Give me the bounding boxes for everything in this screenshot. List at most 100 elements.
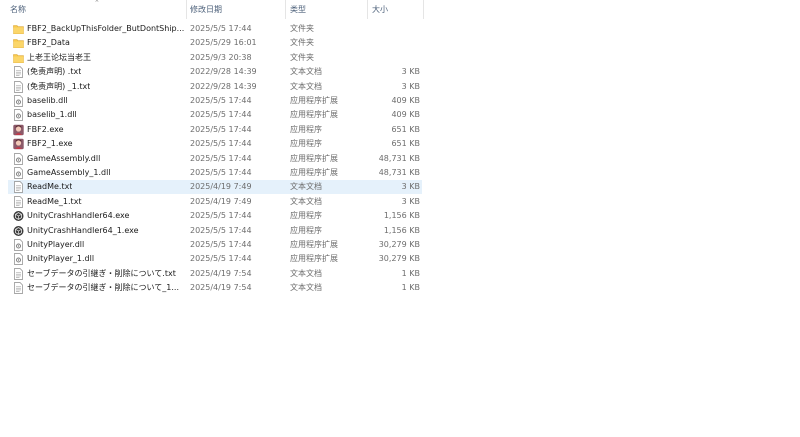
column-type-header[interactable]: 类型 xyxy=(290,4,306,15)
file-row[interactable]: UnityPlayer.dll 2025/5/5 17:44 应用程序扩展 30,27… xyxy=(8,238,422,252)
unity-app-icon xyxy=(13,210,24,222)
dll-file-icon xyxy=(13,95,24,107)
file-date: 2025/4/19 7:49 xyxy=(190,182,252,192)
file-name: UnityCrashHandler64.exe xyxy=(27,211,130,221)
dll-file-icon xyxy=(13,167,24,179)
column-size-header[interactable]: 大小 xyxy=(372,4,388,15)
file-date: 2025/5/5 17:44 xyxy=(190,24,252,33)
file-name: UnityPlayer.dll xyxy=(27,240,85,249)
file-size: 30,279 KB xyxy=(378,254,420,264)
file-type: 文本文档 xyxy=(290,268,322,278)
file-date: 2025/5/5 17:44 xyxy=(190,211,252,221)
file-row[interactable]: baselib_1.dll 2025/5/5 17:44 应用程序扩展 409 KB xyxy=(8,108,422,122)
file-size: 48,731 KB xyxy=(378,153,420,163)
file-date: 2025/5/5 17:44 xyxy=(190,139,252,149)
file-name: UnityCrashHandler64_1.exe xyxy=(27,225,139,235)
file-name: セーブデータの引継ぎ・削除について.txt xyxy=(27,268,176,278)
file-row[interactable]: ReadMe_1.txt 2025/4/19 7:49 文本文档 3 KB xyxy=(8,195,422,209)
file-type: 应用程序 xyxy=(290,225,322,235)
file-date: 2025/9/3 20:38 xyxy=(190,52,252,62)
file-row[interactable]: 上老王论坛当老王 2025/9/3 20:38 文件夹 xyxy=(8,51,422,65)
file-name: (免责声明) .txt xyxy=(27,67,82,77)
column-divider[interactable] xyxy=(285,0,286,19)
file-row[interactable]: (免责声明) .txt 2022/9/28 14:39 文本文档 3 KB xyxy=(8,65,422,79)
file-size: 1 KB xyxy=(401,283,420,293)
file-type: 应用程序扩展 xyxy=(290,153,338,163)
file-type: 应用程序扩展 xyxy=(290,168,338,177)
file-type: 应用程序扩展 xyxy=(290,254,338,264)
file-name: GameAssembly.dll xyxy=(27,153,101,163)
file-type: 应用程序 xyxy=(290,124,322,134)
file-name: FBF2_1.exe xyxy=(27,139,73,149)
file-type: 文本文档 xyxy=(290,182,322,192)
column-date-header[interactable]: 修改日期 xyxy=(190,4,222,15)
file-type: 文件夹 xyxy=(290,24,314,33)
file-date: 2025/5/5 17:44 xyxy=(190,110,252,120)
file-type: 文本文档 xyxy=(290,67,322,77)
file-date: 2022/9/28 14:39 xyxy=(190,81,257,91)
file-size: 409 KB xyxy=(391,96,420,105)
dll-file-icon xyxy=(13,152,24,165)
folder-icon xyxy=(13,37,24,49)
file-row[interactable]: UnityPlayer_1.dll 2025/5/5 17:44 应用程序扩展 30,… xyxy=(8,252,422,266)
file-date: 2025/4/19 7:54 xyxy=(190,268,252,278)
file-date: 2025/5/5 17:44 xyxy=(190,225,252,235)
file-row[interactable]: FBF2_BackUpThisFolder_ButDontShip... 2025… xyxy=(8,22,422,36)
file-row[interactable]: (免责声明) _1.txt 2022/9/28 14:39 文本文档 3 KB xyxy=(8,80,422,94)
column-divider[interactable] xyxy=(367,0,368,19)
file-name: FBF2.exe xyxy=(27,124,64,134)
column-name-header[interactable]: 名称 xyxy=(10,4,26,15)
file-date: 2025/4/19 7:49 xyxy=(190,196,252,206)
file-name: セーブデータの引継ぎ・削除について_1... xyxy=(27,283,179,293)
file-size: 3 KB xyxy=(401,182,420,192)
file-name: (免责声明) _1.txt xyxy=(27,81,91,91)
text-file-icon xyxy=(13,80,24,93)
dll-file-icon xyxy=(13,109,24,122)
file-type: 应用程序扩展 xyxy=(290,96,338,105)
file-date: 2025/5/5 17:44 xyxy=(190,124,252,134)
column-divider[interactable] xyxy=(423,0,424,19)
file-row[interactable]: FBF2.exe 2025/5/5 17:44 应用程序 651 KB xyxy=(8,123,422,137)
file-size: 3 KB xyxy=(401,196,420,206)
file-row-selected[interactable]: ReadMe.txt 2025/4/19 7:49 文本文档 3 KB xyxy=(8,180,422,195)
file-name: GameAssembly_1.dll xyxy=(27,168,111,177)
text-file-icon xyxy=(13,181,24,194)
unity-app-icon xyxy=(13,225,24,237)
file-row[interactable]: GameAssembly.dll 2025/5/5 17:44 应用程序扩展 48,7… xyxy=(8,152,422,166)
file-date: 2025/5/5 17:44 xyxy=(190,153,252,163)
file-name: UnityPlayer_1.dll xyxy=(27,254,95,264)
file-size: 1,156 KB xyxy=(383,211,420,221)
file-size: 30,279 KB xyxy=(378,240,420,249)
file-row[interactable]: baselib.dll 2025/5/5 17:44 应用程序扩展 409 KB xyxy=(8,94,422,108)
file-date: 2022/9/28 14:39 xyxy=(190,67,257,77)
file-row[interactable]: GameAssembly_1.dll 2025/5/5 17:44 应用程序扩展 48… xyxy=(8,166,422,180)
column-divider[interactable] xyxy=(186,0,187,19)
file-row[interactable]: セーブデータの引継ぎ・削除について_1... 2025/4/19 7:54 文本文档… xyxy=(8,281,422,295)
file-type: 应用程序扩展 xyxy=(290,240,338,249)
file-type: 文本文档 xyxy=(290,196,322,206)
dll-file-icon xyxy=(13,253,24,266)
file-size: 651 KB xyxy=(391,124,420,134)
file-name: baselib_1.dll xyxy=(27,110,77,120)
file-date: 2025/5/5 17:44 xyxy=(190,168,252,177)
file-row[interactable]: UnityCrashHandler64.exe 2025/5/5 17:44 应用程… xyxy=(8,209,422,223)
file-name: baselib.dll xyxy=(27,96,68,105)
file-type: 应用程序 xyxy=(290,139,322,149)
file-row[interactable]: セーブデータの引継ぎ・削除について.txt 2025/4/19 7:54 文本文档 1… xyxy=(8,267,422,281)
sort-arrow-icon: ⌃ xyxy=(94,0,100,7)
file-row[interactable]: UnityCrashHandler64_1.exe 2025/5/5 17:44 应… xyxy=(8,224,422,238)
file-row[interactable]: FBF2_Data 2025/5/29 16:01 文件夹 xyxy=(8,36,422,50)
game-app-icon xyxy=(13,124,24,136)
text-file-icon xyxy=(13,282,24,295)
text-file-icon xyxy=(13,267,24,280)
text-file-icon xyxy=(13,66,24,79)
file-row[interactable]: FBF2_1.exe 2025/5/5 17:44 应用程序 651 KB xyxy=(8,137,422,151)
file-size: 1,156 KB xyxy=(383,225,420,235)
text-file-icon xyxy=(13,195,24,208)
file-size: 651 KB xyxy=(391,139,420,149)
file-date: 2025/5/5 17:44 xyxy=(190,240,252,249)
file-type: 文本文档 xyxy=(290,81,322,91)
file-date: 2025/5/5 17:44 xyxy=(190,96,252,105)
file-date: 2025/5/29 16:01 xyxy=(190,38,257,48)
game-app-icon xyxy=(13,138,24,150)
